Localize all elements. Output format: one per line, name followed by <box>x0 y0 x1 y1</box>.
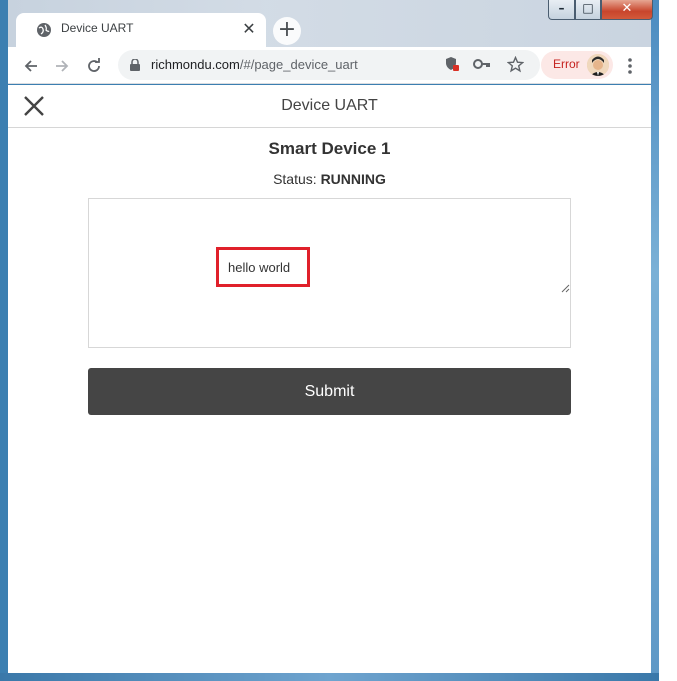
url-host: richmondu.com <box>151 57 240 72</box>
reload-button[interactable] <box>83 55 105 77</box>
tab-title: Device UART <box>61 21 134 35</box>
address-bar[interactable]: richmondu.com/#/page_device_uart <box>118 50 540 80</box>
maximize-icon: □ <box>582 1 594 15</box>
globe-icon <box>37 23 51 37</box>
url-text: richmondu.com/#/page_device_uart <box>151 57 358 72</box>
window-close-button[interactable]: ✕ <box>601 0 653 20</box>
profile-error-button[interactable]: Error <box>541 51 613 79</box>
maximize-button[interactable]: □ <box>575 0 601 20</box>
page-content: Device UART Smart Device 1 Status: RUNNI… <box>8 85 651 673</box>
key-icon[interactable] <box>473 56 491 74</box>
app-header: Device UART <box>8 85 651 128</box>
window-frame-right <box>651 0 659 681</box>
window-controls: – □ ✕ <box>548 0 656 20</box>
window-close-icon: ✕ <box>621 1 633 16</box>
url-path: /#/page_device_uart <box>239 57 358 72</box>
back-arrow-icon <box>24 60 37 72</box>
window-frame-bottom <box>0 673 659 681</box>
uart-panel: hello world <box>88 198 571 348</box>
back-button[interactable] <box>20 55 42 77</box>
avatar <box>587 54 609 76</box>
submit-button[interactable]: Submit <box>88 368 571 415</box>
uart-textarea[interactable] <box>89 199 571 294</box>
status-label: Status: <box>273 171 317 187</box>
browser-toolbar: richmondu.com/#/page_device_uart Error <box>8 47 651 84</box>
star-icon[interactable] <box>506 55 524 74</box>
desktop: Device UART ✕ + – □ ✕ richmondu.com/#/pa… <box>0 0 677 681</box>
tab-device-uart[interactable]: Device UART ✕ <box>16 13 266 47</box>
resize-grip-icon[interactable] <box>560 283 570 293</box>
shield-blocked-icon[interactable] <box>443 56 461 74</box>
reload-icon <box>88 58 100 72</box>
error-label: Error <box>553 57 580 71</box>
background-window-title <box>308 4 538 24</box>
tab-close-icon[interactable]: ✕ <box>240 20 258 38</box>
lock-icon <box>130 59 140 71</box>
forward-button[interactable] <box>51 55 73 77</box>
device-name: Smart Device 1 <box>268 139 391 158</box>
page-title: Device UART <box>281 97 378 114</box>
status-value: RUNNING <box>320 171 386 187</box>
more-menu-icon[interactable] <box>620 55 640 77</box>
device-status: Status: RUNNING <box>8 171 651 187</box>
forward-arrow-icon <box>56 60 69 72</box>
minimize-icon: – <box>558 1 565 15</box>
new-tab-button[interactable]: + <box>273 17 301 45</box>
uart-text: hello world <box>228 260 291 275</box>
minimize-button[interactable]: – <box>548 0 575 20</box>
